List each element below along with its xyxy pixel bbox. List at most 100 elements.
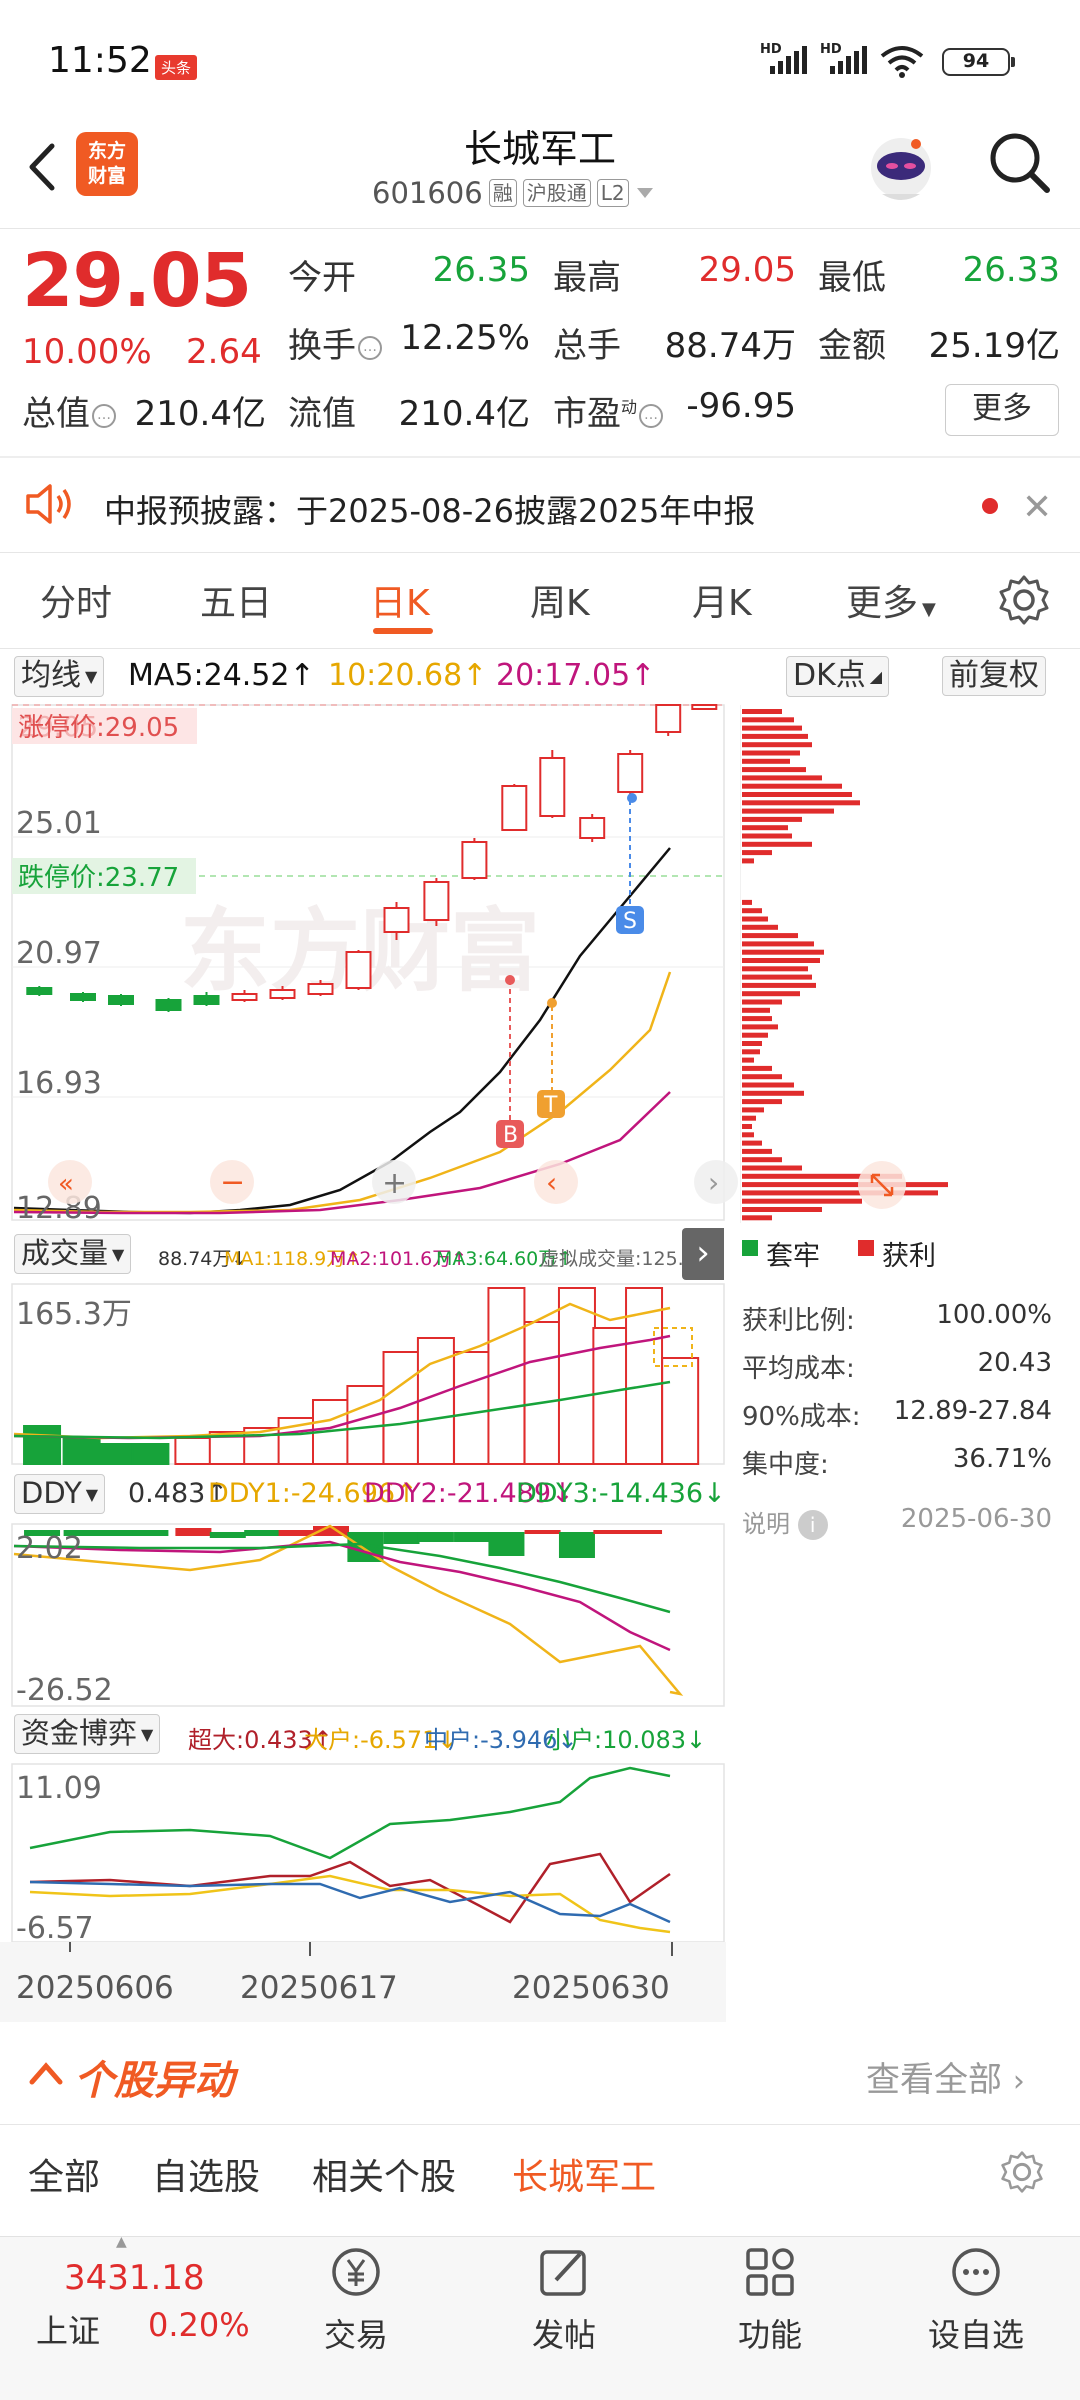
chip-distribution-chart[interactable] [740, 705, 1054, 1223]
sell-marker: S [623, 909, 637, 934]
stock-code-row[interactable]: 601606 融 沪股通 L2 [372, 176, 655, 210]
fund-game-chart[interactable]: 11.09 -6.57 [0, 1762, 726, 1942]
pe-label[interactable]: 市盈动… [553, 386, 664, 435]
filter-tab-watchlist[interactable]: 自选股 [152, 2148, 260, 2200]
margin-tag: 融 [488, 179, 517, 207]
nav-add-watchlist[interactable]: 设自选 [906, 2244, 1046, 2356]
gear-icon[interactable] [998, 574, 1050, 626]
chevron-right-icon: › [1012, 2064, 1025, 2099]
step-left-icon[interactable]: ‹ [534, 1160, 578, 1204]
candle [383, 907, 410, 933]
profit-ratio-value: 100.00% [936, 1300, 1052, 1330]
gear-icon[interactable] [1000, 2150, 1044, 2194]
expand-icon[interactable] [858, 1161, 906, 1209]
note-link[interactable]: 说明 i [742, 1504, 828, 1540]
chip-bar [742, 1007, 770, 1013]
mktcap-label[interactable]: 总值… [22, 386, 116, 435]
chip-bar [742, 758, 790, 764]
index-value[interactable]: 3431.18 [64, 2258, 205, 2298]
tab-intraday[interactable]: 分时 [40, 574, 112, 626]
volume-y-tick: 165.3万 [16, 1297, 132, 1332]
chip-bar [742, 1182, 948, 1188]
high-label: 最高 [553, 258, 621, 298]
filter-tab-all[interactable]: 全部 [28, 2148, 100, 2200]
volume-label: 总手 [553, 326, 621, 366]
current-price: 29.05 [22, 238, 252, 324]
nav-trade[interactable]: 交易 [286, 2244, 426, 2356]
turnover-label[interactable]: 换手… [288, 318, 382, 367]
chip-bar [742, 783, 842, 789]
chip-bar [742, 775, 822, 781]
zoom-in-icon[interactable]: + [372, 1160, 416, 1204]
chip-bar [742, 1148, 772, 1154]
candle [231, 993, 258, 1001]
ma-selector[interactable]: 均线 ▼ [14, 656, 105, 697]
info-icon: i [797, 1510, 828, 1540]
change-amount: 2.64 [186, 332, 262, 372]
tab-more[interactable]: 更多 ▼ [846, 574, 936, 626]
app-logo[interactable]: 东方 财富 [76, 132, 138, 196]
candle [579, 817, 606, 839]
connect-tag: 沪股通 [522, 179, 591, 207]
turnover-value: 12.25% [400, 318, 530, 358]
pan-left-icon[interactable]: « [48, 1160, 92, 1204]
ddy-chart[interactable]: 2.02 -26.52 [0, 1522, 726, 1708]
float-label: 流值 [288, 394, 356, 434]
high-value: 29.05 [698, 250, 796, 290]
robot-assistant-icon[interactable] [862, 128, 940, 206]
index-change[interactable]: 0.20% [148, 2306, 250, 2344]
index-name[interactable]: 上证 [36, 2306, 100, 2352]
stock-name[interactable]: 长城军工 [300, 118, 780, 173]
chip-bar [742, 924, 778, 930]
tab-five-day[interactable]: 五日 [200, 574, 272, 626]
chip-bar [742, 1065, 772, 1071]
chip-bar [742, 999, 782, 1005]
kline-chart[interactable]: 东方财富 S T B 涨停价:29.05 29.05 跌停价:23.77 25.… [0, 700, 740, 1224]
mktcap-value: 210.4亿 [134, 394, 266, 434]
chip-bar [742, 850, 772, 856]
date-label: 20250606 [16, 1970, 174, 2006]
chevron-right-icon[interactable]: › [682, 1228, 724, 1280]
date-label: 20250630 [512, 1970, 670, 2006]
see-all-link[interactable]: 查看全部 › [866, 2052, 1025, 2101]
back-icon[interactable] [18, 132, 68, 202]
battery-indicator: 94 [942, 48, 1015, 76]
info-icon: … [358, 335, 382, 360]
search-icon[interactable] [985, 128, 1055, 198]
tab-weekly-k[interactable]: 周K [530, 574, 590, 626]
trapped-legend-swatch [742, 1240, 758, 1256]
more-button[interactable]: 更多 [945, 384, 1059, 436]
nav-functions[interactable]: 功能 [700, 2244, 840, 2356]
chip-bar [742, 1016, 772, 1022]
chip-bar [742, 1099, 782, 1105]
amount-value: 25.19亿 [928, 326, 1060, 366]
ddy-bar [383, 1532, 420, 1544]
profit-ratio-label: 获利比例: [742, 1306, 855, 1336]
step-right-icon[interactable]: › [694, 1160, 738, 1204]
chip-bar [742, 1140, 762, 1146]
close-icon[interactable]: ✕ [1022, 487, 1052, 528]
volume-indicator-selector[interactable]: 成交量 ▼ [14, 1234, 132, 1274]
chip-bar [742, 1115, 756, 1121]
chevron-up-icon[interactable] [28, 2060, 64, 2088]
zoom-out-icon[interactable]: − [210, 1160, 254, 1204]
filter-tab-related[interactable]: 相关个股 [312, 2148, 456, 2200]
fund-indicator-selector[interactable]: 资金博弈 ▼ [14, 1714, 161, 1754]
ddy-bar [209, 1532, 246, 1538]
amount-label: 金额 [818, 326, 886, 366]
tab-monthly-k[interactable]: 月K [692, 574, 752, 626]
dk-point-selector[interactable]: DK点 ◢ [786, 656, 890, 697]
ma20-legend: 20:17.05↑ [496, 658, 656, 693]
ddy-bar [524, 1530, 561, 1534]
tab-daily-k[interactable]: 日K [370, 574, 430, 626]
ddy-indicator-selector[interactable]: DDY ▼ [14, 1474, 106, 1514]
adjust-selector[interactable]: 前复权 [942, 656, 1046, 696]
filter-tab-stock[interactable]: 长城军工 [512, 2148, 656, 2200]
volume-chart[interactable]: 165.3万 [0, 1282, 726, 1466]
speaker-icon [26, 484, 71, 524]
notice-text[interactable]: 中报预披露：于2025-08-26披露2025年中报 [104, 486, 755, 532]
chip-bar [742, 908, 762, 914]
chip-bar [742, 709, 782, 714]
volume-bar [453, 1351, 492, 1465]
nav-post[interactable]: 发帖 [494, 2244, 634, 2356]
